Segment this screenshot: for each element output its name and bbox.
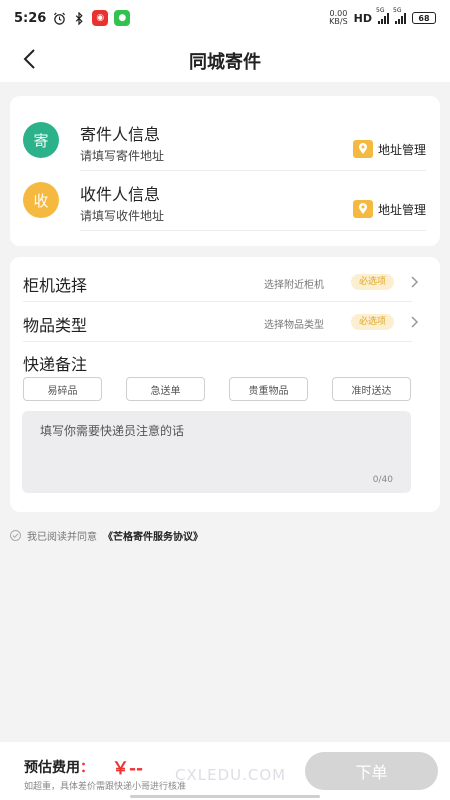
chip-valuable[interactable]: 贵重物品 xyxy=(229,377,308,401)
chevron-right-icon xyxy=(411,316,419,328)
signal-label-1: 5G xyxy=(376,7,385,14)
fee-value: ￥-- xyxy=(112,759,144,779)
cabinet-label: 柜机选择 xyxy=(23,276,88,295)
remark-label: 快递备注 xyxy=(23,355,88,374)
agreement-prefix: 我已阅读并同意 xyxy=(27,532,97,543)
receiver-info-row[interactable]: 收 收件人信息 请填写收件地址 地址管理 xyxy=(10,171,440,231)
receiver-address-manage-label: 地址管理 xyxy=(377,202,426,217)
chip-fragile[interactable]: 易碎品 xyxy=(23,377,102,401)
location-pin-icon xyxy=(352,140,373,158)
page-title: 同城寄件 xyxy=(189,52,261,73)
cabinet-hint: 选择附近柜机 xyxy=(264,280,324,291)
bottom-bar: 预估费用： ￥-- 如超重，具体差价需跟快递小哥进行核准 CXLEDU.COM … xyxy=(0,742,450,800)
wechat-app-icon: ● xyxy=(114,10,131,26)
home-indicator xyxy=(130,795,320,798)
signal-icon-2: 5G xyxy=(393,7,406,24)
agreement-checkbox[interactable] xyxy=(10,530,21,541)
chevron-right-icon xyxy=(411,276,419,288)
item-type-hint: 选择物品类型 xyxy=(264,320,324,331)
net-speed: 0.00 KB/S xyxy=(329,10,348,26)
chip-urgent[interactable]: 急送单 xyxy=(126,377,205,401)
fee-label-text: 预估费用 xyxy=(24,760,80,776)
check-icon xyxy=(12,533,19,538)
nav-bar: 同城寄件 xyxy=(0,36,450,82)
alarm-icon xyxy=(52,11,66,25)
item-type-label: 物品类型 xyxy=(23,316,88,335)
sender-badge: 寄 xyxy=(23,122,59,158)
watermark: CXLEDU.COM xyxy=(175,766,287,784)
item-type-select-row[interactable]: 物品类型 选择物品类型 必选项 xyxy=(23,302,419,342)
sender-title: 寄件人信息 xyxy=(80,125,161,144)
battery-icon: 68 xyxy=(412,12,436,24)
chip-on-time[interactable]: 准时送达 xyxy=(332,377,411,401)
sender-address-manage-button[interactable]: 地址管理 xyxy=(352,140,426,158)
agreement-row: 我已阅读并同意 《芒格寄件服务协议》 xyxy=(10,528,203,543)
receiver-title: 收件人信息 xyxy=(80,185,161,204)
status-left: 5:26 ◉ ● xyxy=(14,10,131,26)
bluetooth-icon xyxy=(72,11,86,25)
status-right: 0.00 KB/S HD 5G 5G 68 xyxy=(329,7,436,26)
receiver-address-manage-button[interactable]: 地址管理 xyxy=(352,200,426,218)
remark-input[interactable] xyxy=(22,411,411,493)
sender-info-row[interactable]: 寄 寄件人信息 请填写寄件地址 地址管理 xyxy=(10,111,440,171)
netease-app-icon: ◉ xyxy=(92,10,109,26)
receiver-subtitle: 请填写收件地址 xyxy=(80,209,165,223)
divider xyxy=(80,230,426,231)
sender-subtitle: 请填写寄件地址 xyxy=(80,149,165,163)
signal-label-2: 5G xyxy=(393,7,402,14)
place-order-button[interactable]: 下单 xyxy=(305,752,438,790)
remark-char-counter: 0/40 xyxy=(372,475,393,485)
fee-label: 预估费用： xyxy=(24,757,94,777)
fee-note: 如超重，具体差价需跟快递小哥进行核准 xyxy=(24,782,187,792)
status-time: 5:26 xyxy=(14,10,47,26)
required-tag: 必选项 xyxy=(350,274,394,290)
hd-indicator: HD xyxy=(353,11,372,25)
agreement-link[interactable]: 《芒格寄件服务协议》 xyxy=(103,528,203,543)
fee-colon: ： xyxy=(80,760,94,776)
remark-chip-group: 易碎品 急送单 贵重物品 准时送达 xyxy=(23,377,412,401)
sender-address-manage-label: 地址管理 xyxy=(377,142,426,157)
cabinet-select-row[interactable]: 柜机选择 选择附近柜机 必选项 xyxy=(23,262,419,302)
net-speed-unit: KB/S xyxy=(329,17,348,26)
address-card: 寄 寄件人信息 请填写寄件地址 地址管理 收 收件人信息 请填写收件地址 地址管… xyxy=(10,96,440,246)
receiver-badge: 收 xyxy=(23,182,59,218)
order-form-card: 柜机选择 选择附近柜机 必选项 物品类型 选择物品类型 必选项 快递备注 易碎品… xyxy=(10,257,440,512)
required-tag: 必选项 xyxy=(350,314,394,330)
location-pin-icon xyxy=(352,200,373,218)
status-bar: 5:26 ◉ ● 0.00 KB/S HD 5G 5G 68 xyxy=(0,0,450,36)
signal-icon-1: 5G xyxy=(376,7,389,24)
